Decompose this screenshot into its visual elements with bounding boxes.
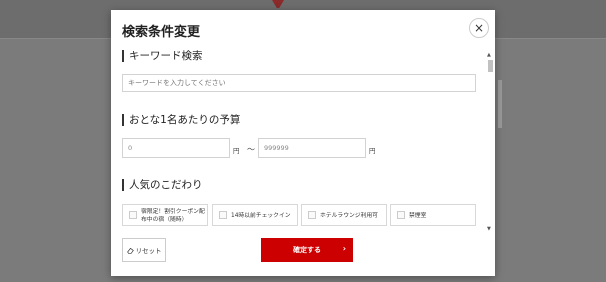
reset-label: リセット (135, 247, 162, 255)
checkbox[interactable] (129, 211, 137, 219)
budget-heading: おとな1名あたりの予算 (122, 114, 240, 126)
chevron-right-icon: › (342, 244, 346, 253)
budget-max-unit: 円 (369, 147, 376, 155)
eraser-icon (126, 247, 134, 254)
scroll-thumb[interactable] (488, 60, 493, 72)
option-label: 宿限定！割引クーポン配 布中の宿（随時） (141, 209, 205, 223)
confirm-button[interactable]: 確定する › (261, 238, 353, 262)
popular-heading: 人気のこだわり (122, 179, 203, 191)
scrollbar[interactable]: ▲ ▼ (486, 50, 494, 236)
checkbox[interactable] (397, 211, 405, 219)
option-coupon[interactable]: 宿限定！割引クーポン配 布中の宿（随時） (122, 204, 208, 226)
close-button[interactable]: × (469, 18, 489, 38)
close-icon: × (473, 21, 485, 35)
budget-min-input[interactable]: 0 (122, 138, 230, 158)
modal-scroll-area[interactable]: キーワード検索 おとな1名あたりの予算 0 円 〜 999999 円 人気のこだ… (111, 50, 495, 236)
budget-separator: 〜 (247, 145, 255, 154)
option-label: ホテルラウンジ利用可 (320, 213, 378, 219)
modal-title: 検索条件変更 (122, 25, 201, 40)
keyword-heading: キーワード検索 (122, 50, 203, 62)
search-conditions-modal: 検索条件変更 × キーワード検索 おとな1名あたりの予算 0 円 〜 99999… (111, 10, 495, 276)
budget-min-unit: 円 (233, 147, 240, 155)
scroll-down-icon[interactable]: ▼ (487, 226, 491, 232)
checkbox[interactable] (219, 211, 227, 219)
option-early-checkin[interactable]: 14時以前チェックイン (212, 204, 298, 226)
option-hotel-lounge[interactable]: ホテルラウンジ利用可 (301, 204, 387, 226)
reset-button[interactable]: リセット (122, 238, 166, 262)
option-non-smoking[interactable]: 禁煙室 (390, 204, 476, 226)
scroll-up-icon[interactable]: ▲ (487, 52, 491, 58)
checkbox[interactable] (308, 211, 316, 219)
option-label: 禁煙室 (409, 213, 427, 219)
background-scroll-indicator (498, 80, 502, 128)
option-label: 14時以前チェックイン (231, 213, 291, 219)
keyword-input[interactable] (122, 74, 476, 92)
confirm-label: 確定する (293, 246, 321, 254)
budget-max-input[interactable]: 999999 (258, 138, 366, 158)
